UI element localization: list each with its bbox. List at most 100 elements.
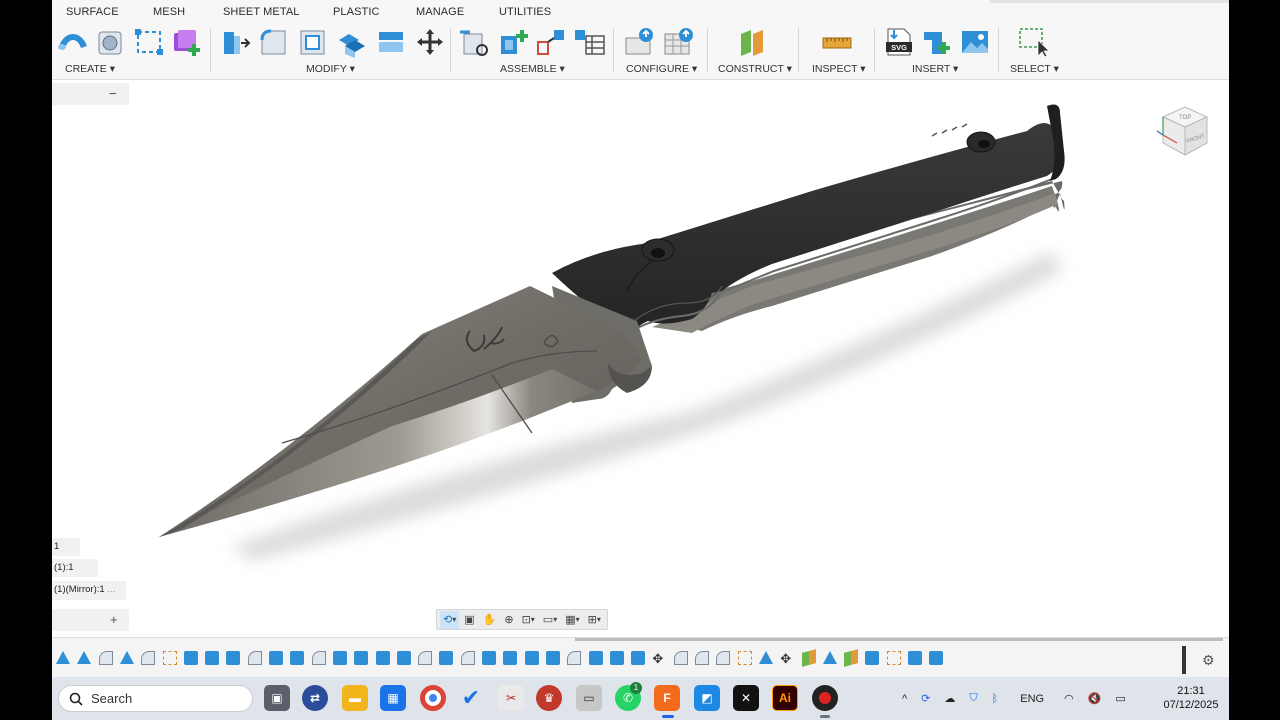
tab-manage[interactable]: MANAGE [416, 6, 464, 18]
battery-icon[interactable]: ▭ [1115, 692, 1125, 705]
configure-table-icon[interactable] [622, 26, 656, 58]
timeline-feature-fillet-icon[interactable] [141, 651, 156, 665]
timeline-feature-fillet-icon[interactable] [673, 651, 688, 665]
timeline-feature-tri-icon[interactable] [77, 651, 92, 664]
timeline-scrollbar[interactable] [575, 638, 1223, 641]
timeline-feature-box-icon[interactable] [205, 651, 220, 665]
display-settings-button[interactable]: ▭ ▾ [540, 611, 560, 629]
timeline-feature-box-icon[interactable] [609, 651, 624, 665]
timeline-feature-move-icon[interactable]: ✥ [780, 651, 794, 666]
recorder-icon[interactable] [812, 685, 838, 711]
canvas-icon[interactable] [958, 26, 992, 58]
timeline-feature-box-icon[interactable] [183, 651, 198, 665]
rib-icon[interactable] [132, 26, 166, 58]
timeline-feature-fillet-icon[interactable] [460, 651, 475, 665]
timeline-feature-fillet-icon[interactable] [567, 651, 582, 665]
loft-icon[interactable] [94, 26, 128, 58]
configure-dropdown[interactable]: CONFIGURE ▾ [626, 63, 697, 75]
timeline-feature-tri-icon[interactable] [822, 651, 837, 664]
illustrator-icon[interactable]: Ai [772, 685, 798, 711]
timeline-settings-icon[interactable]: ⚙ [1202, 652, 1215, 669]
timeline-feature-box-icon[interactable] [269, 651, 283, 665]
timeline-feature-fillet-icon[interactable] [98, 651, 113, 665]
look-at-button[interactable]: ▣ [461, 611, 477, 629]
insert-mesh-icon[interactable] [920, 26, 954, 58]
tab-sheet-metal[interactable]: SHEET METAL [223, 6, 300, 18]
browser-app-icon[interactable]: ♛ [536, 685, 562, 711]
browser-item[interactable]: (1):1 [52, 559, 98, 577]
pan-button[interactable]: ✋ [480, 611, 500, 629]
language-indicator[interactable]: ENG [1020, 693, 1044, 705]
timeline-feature-box-icon[interactable] [354, 651, 369, 665]
timeline-feature-box-icon[interactable] [332, 651, 347, 665]
timeline-feature-box-icon[interactable] [503, 651, 518, 665]
generic-app-icon[interactable]: ◩ [694, 685, 720, 711]
file-explorer-icon[interactable]: ▬ [342, 685, 368, 711]
modify-dropdown[interactable]: MODIFY ▾ [306, 63, 355, 75]
collapse-browser-button[interactable]: − [109, 86, 117, 101]
timeline-feature-plane-icon[interactable] [844, 649, 859, 667]
timeline-feature-box-icon[interactable] [865, 651, 880, 665]
tab-plastic[interactable]: PLASTIC [333, 6, 380, 18]
shell-icon[interactable] [296, 26, 330, 58]
defender-icon[interactable]: ⛉ [969, 692, 977, 705]
tab-utilities[interactable]: UTILITIES [499, 6, 551, 18]
timeline-feature-fillet-icon[interactable] [311, 651, 326, 665]
assemble-dropdown[interactable]: ASSEMBLE ▾ [500, 63, 565, 75]
timeline-feature-fillet-icon[interactable] [418, 651, 433, 665]
insert-dropdown[interactable]: INSERT ▾ [912, 63, 958, 75]
offset-face-icon[interactable] [374, 26, 408, 58]
teamviewer-icon[interactable]: ⇄ [302, 685, 328, 711]
timeline-feature-tri-icon[interactable] [56, 651, 70, 664]
view-cube[interactable]: TOP FRONT [1155, 97, 1215, 161]
timeline-feature-fillet-icon[interactable] [695, 651, 709, 665]
timeline-feature-plane-icon[interactable] [801, 649, 816, 667]
configure-rules-icon[interactable] [662, 26, 696, 58]
knife-model[interactable] [52, 81, 1229, 636]
timeline-feature-sketch-icon[interactable] [737, 651, 752, 665]
sweep-icon[interactable] [56, 26, 90, 58]
timeline-feature-box-icon[interactable] [482, 651, 496, 665]
timeline-feature-box-icon[interactable] [545, 651, 560, 665]
clock[interactable]: 21:31 07/12/2025 [1152, 684, 1230, 712]
tab-surface[interactable]: SURFACE [66, 6, 119, 18]
todo-icon[interactable]: ✔ [458, 685, 484, 711]
viewports-button[interactable]: ⊞ ▾ [585, 611, 604, 629]
create-dropdown[interactable]: CREATE ▾ [65, 63, 115, 75]
browser-item[interactable]: 1 [52, 538, 80, 556]
measure-icon[interactable] [820, 26, 854, 58]
timeline-feature-move-icon[interactable]: ✥ [652, 651, 666, 666]
as-built-joint-icon[interactable] [534, 26, 568, 58]
press-pull-icon[interactable] [218, 26, 252, 58]
bluetooth-icon[interactable]: ᛒ [992, 693, 999, 705]
cloud-icon[interactable]: ☁ [944, 692, 955, 705]
orbit-button[interactable]: ⟲ ▾ [440, 610, 460, 629]
timeline-feature-box-icon[interactable] [631, 651, 646, 665]
fit-button[interactable]: ⊡ ▾ [519, 611, 538, 629]
timeline-feature-box-icon[interactable] [929, 651, 944, 665]
inspect-dropdown[interactable]: INSPECT ▾ [812, 63, 866, 75]
insert-svg-icon[interactable]: SVG [882, 26, 916, 58]
timeline-feature-box-icon[interactable] [439, 651, 454, 665]
fusion-360-icon[interactable]: F [654, 685, 680, 711]
timeline-feature-tri-icon[interactable] [119, 651, 134, 664]
grid-button[interactable]: ▦ ▾ [562, 611, 582, 629]
timeline-marker[interactable] [1182, 646, 1186, 674]
microsoft-store-icon[interactable]: ▦ [380, 685, 406, 711]
taskbar-search[interactable]: Search [58, 685, 253, 712]
task-view-icon[interactable]: ▣ [264, 685, 290, 711]
offset-plane-icon[interactable] [736, 26, 770, 58]
timeline-feature-box-icon[interactable] [375, 651, 390, 665]
speaker-muted-icon[interactable]: 🔇 [1088, 692, 1102, 705]
photos-app-icon[interactable]: ▭ [576, 685, 602, 711]
sync-icon[interactable]: ⟳ [921, 692, 930, 705]
timeline-feature-sketch-icon[interactable] [162, 651, 177, 665]
fillet-icon[interactable] [257, 26, 291, 58]
timeline-feature-box-icon[interactable] [588, 651, 603, 665]
chevron-up-icon[interactable]: ^ [902, 693, 907, 705]
wifi-icon[interactable]: ◠ [1064, 692, 1074, 705]
timeline-feature-sketch-icon[interactable] [886, 651, 901, 665]
timeline-feature-fillet-icon[interactable] [716, 651, 731, 665]
snipping-tool-icon[interactable]: ✂ [498, 685, 524, 711]
joint-icon[interactable] [496, 26, 530, 58]
